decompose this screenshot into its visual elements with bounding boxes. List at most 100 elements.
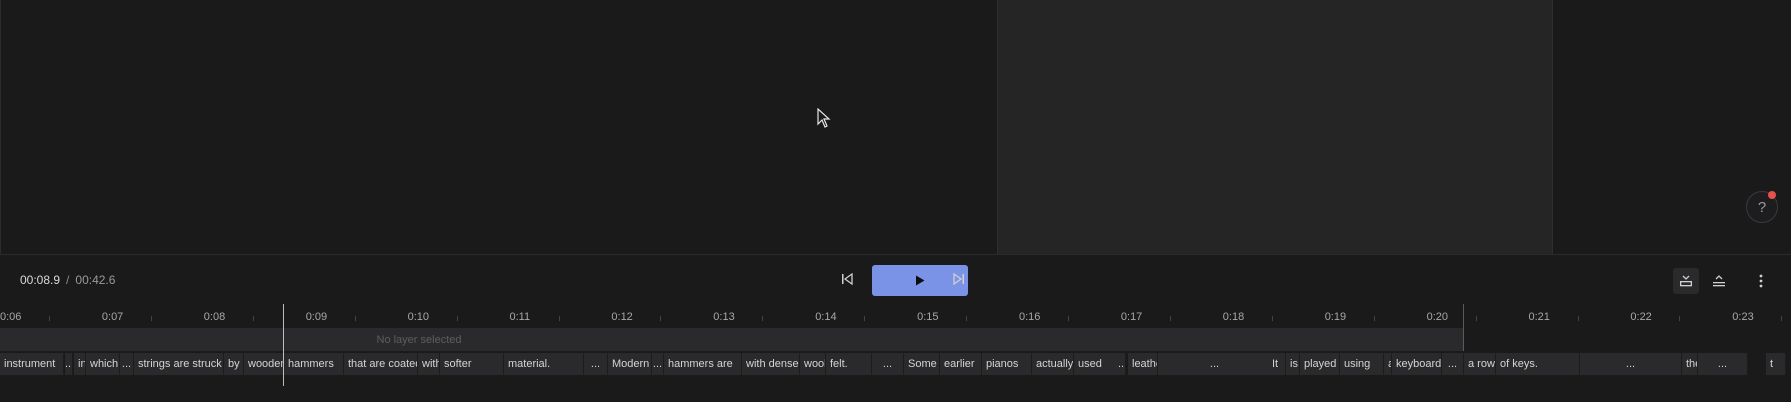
- skip-back-icon: [842, 273, 853, 285]
- word-chip[interactable]: ...: [1442, 353, 1464, 375]
- tick-mark: [1373, 316, 1375, 321]
- word-chip[interactable]: by: [224, 353, 244, 375]
- word-chip[interactable]: ...: [1118, 353, 1126, 375]
- tick-label: 0:09: [305, 311, 328, 323]
- tick-mark: [354, 316, 356, 321]
- word-chip[interactable]: a row: [1464, 353, 1496, 375]
- tick-mark: [49, 316, 50, 321]
- word-chip[interactable]: wooden: [244, 353, 284, 375]
- tick-mark: [1577, 316, 1579, 321]
- tick-label: 0:08: [203, 311, 226, 323]
- word-chip[interactable]: in: [74, 353, 86, 375]
- word-chip[interactable]: ...: [120, 353, 134, 375]
- word-chip[interactable]: earlier: [940, 353, 982, 375]
- word-chip[interactable]: softer: [440, 353, 504, 375]
- help-label: ?: [1757, 198, 1767, 216]
- tick-label: 0:17: [1120, 311, 1143, 323]
- tick-label: 0:18: [1222, 311, 1245, 323]
- word-chip[interactable]: It: [1268, 353, 1286, 375]
- word-chip[interactable]: keyboard: [1392, 353, 1442, 375]
- tick-mark: [762, 316, 764, 321]
- tick-label: 0:07: [101, 311, 124, 323]
- word-chip[interactable]: Some: [904, 353, 940, 375]
- word-chip[interactable]: t: [1766, 353, 1786, 375]
- collapse-button[interactable]: [1706, 268, 1732, 294]
- skip-back-button[interactable]: [838, 270, 856, 288]
- word-chip[interactable]: ...: [652, 353, 664, 375]
- word-chip[interactable]: hammers: [284, 353, 344, 375]
- word-chip[interactable]: that are coated: [344, 353, 418, 375]
- layer-track[interactable]: No layer selected: [0, 328, 1464, 351]
- play-icon: [916, 275, 925, 286]
- word-chip[interactable]: hammers are: [664, 353, 742, 375]
- tick-label: 0:06: [0, 311, 22, 323]
- word-chip[interactable]: leather: [1128, 353, 1158, 375]
- tick-label: 0:20: [1426, 311, 1449, 323]
- tick-label: 0:11: [509, 311, 531, 323]
- tick-mark: [660, 316, 662, 321]
- word-chip[interactable]: wool: [800, 353, 826, 375]
- time-display: 00:08.9 / 00:42.6: [20, 273, 115, 287]
- arrow-pointer-icon: [817, 108, 831, 128]
- skip-forward-button[interactable]: [950, 270, 968, 288]
- tick-label: 0:10: [407, 311, 430, 323]
- word-chip[interactable]: which: [86, 353, 120, 375]
- word-chip[interactable]: using: [1340, 353, 1384, 375]
- playback-controls: 00:08.9 / 00:42.6: [0, 254, 1791, 304]
- tick-label: 0:22: [1630, 311, 1652, 323]
- time-separator: /: [66, 273, 70, 287]
- tick-mark: [1271, 316, 1273, 321]
- tick-mark: [558, 316, 560, 321]
- current-time: 00:08.9: [20, 273, 61, 287]
- word-chip[interactable]: ...: [584, 353, 608, 375]
- word-chip[interactable]: strings are struck: [134, 353, 224, 375]
- tick-mark: [252, 316, 254, 321]
- word-chip[interactable]: ...: [65, 353, 73, 375]
- word-chip[interactable]: with: [418, 353, 440, 375]
- skip-forward-icon: [953, 273, 964, 285]
- word-chip[interactable]: of keys.: [1496, 353, 1580, 375]
- tick-mark: [1068, 316, 1069, 321]
- word-chip[interactable]: with dense: [742, 353, 800, 375]
- word-chip[interactable]: played: [1300, 353, 1340, 375]
- video-canvas[interactable]: [997, 0, 1553, 254]
- tick-mark: [1475, 316, 1477, 321]
- word-chip[interactable]: ...: [872, 353, 904, 375]
- tick-mark: [864, 316, 866, 321]
- word-chip[interactable]: a: [1384, 353, 1392, 375]
- tick-mark: [1679, 316, 1681, 321]
- word-chip[interactable]: ...: [1580, 353, 1682, 375]
- tick-mark: [150, 316, 152, 321]
- layer-placeholder: No layer selected: [376, 334, 462, 346]
- tick-mark: [1781, 316, 1783, 321]
- tick-label: 0:13: [713, 311, 735, 323]
- more-options-button[interactable]: [1748, 268, 1774, 294]
- word-chip[interactable]: ...: [1698, 353, 1748, 375]
- word-chip[interactable]: Modern: [608, 353, 652, 375]
- playhead[interactable]: [283, 304, 284, 386]
- word-chip[interactable]: actually: [1032, 353, 1074, 375]
- tick-label: 0:16: [1019, 311, 1041, 323]
- word-chip[interactable]: the: [1682, 353, 1698, 375]
- timeline-end-marker: [1463, 304, 1464, 351]
- tick-label: 0:21: [1528, 311, 1550, 323]
- collapse-icon: [1713, 275, 1725, 287]
- tick-mark: [1169, 316, 1171, 321]
- fit-view-icon: [1680, 275, 1692, 287]
- tick-label: 0:12: [611, 311, 633, 323]
- word-chip[interactable]: pianos: [982, 353, 1032, 375]
- word-chip[interactable]: felt.: [826, 353, 872, 375]
- word-chip[interactable]: ...: [1158, 353, 1272, 375]
- total-time: 00:42.6: [75, 273, 116, 287]
- fit-view-button[interactable]: [1673, 268, 1699, 294]
- word-chip[interactable]: material.: [504, 353, 584, 375]
- timeline-ruler[interactable]: 0:06 0:07 0:08 0:09 0:10 0:11 0:12 0:13 0:14 0:15…: [0, 304, 1791, 328]
- transcript-track[interactable]: instrument...inwhich...strings are struc…: [0, 353, 1791, 375]
- word-chip[interactable]: instrument: [0, 353, 64, 375]
- word-chip[interactable]: is: [1286, 353, 1300, 375]
- tick-label: 0:23: [1732, 311, 1754, 323]
- more-vertical-icon: [1759, 274, 1763, 288]
- tick-mark: [966, 316, 968, 321]
- notification-dot: [1768, 191, 1776, 199]
- tick-label: 0:19: [1324, 311, 1347, 323]
